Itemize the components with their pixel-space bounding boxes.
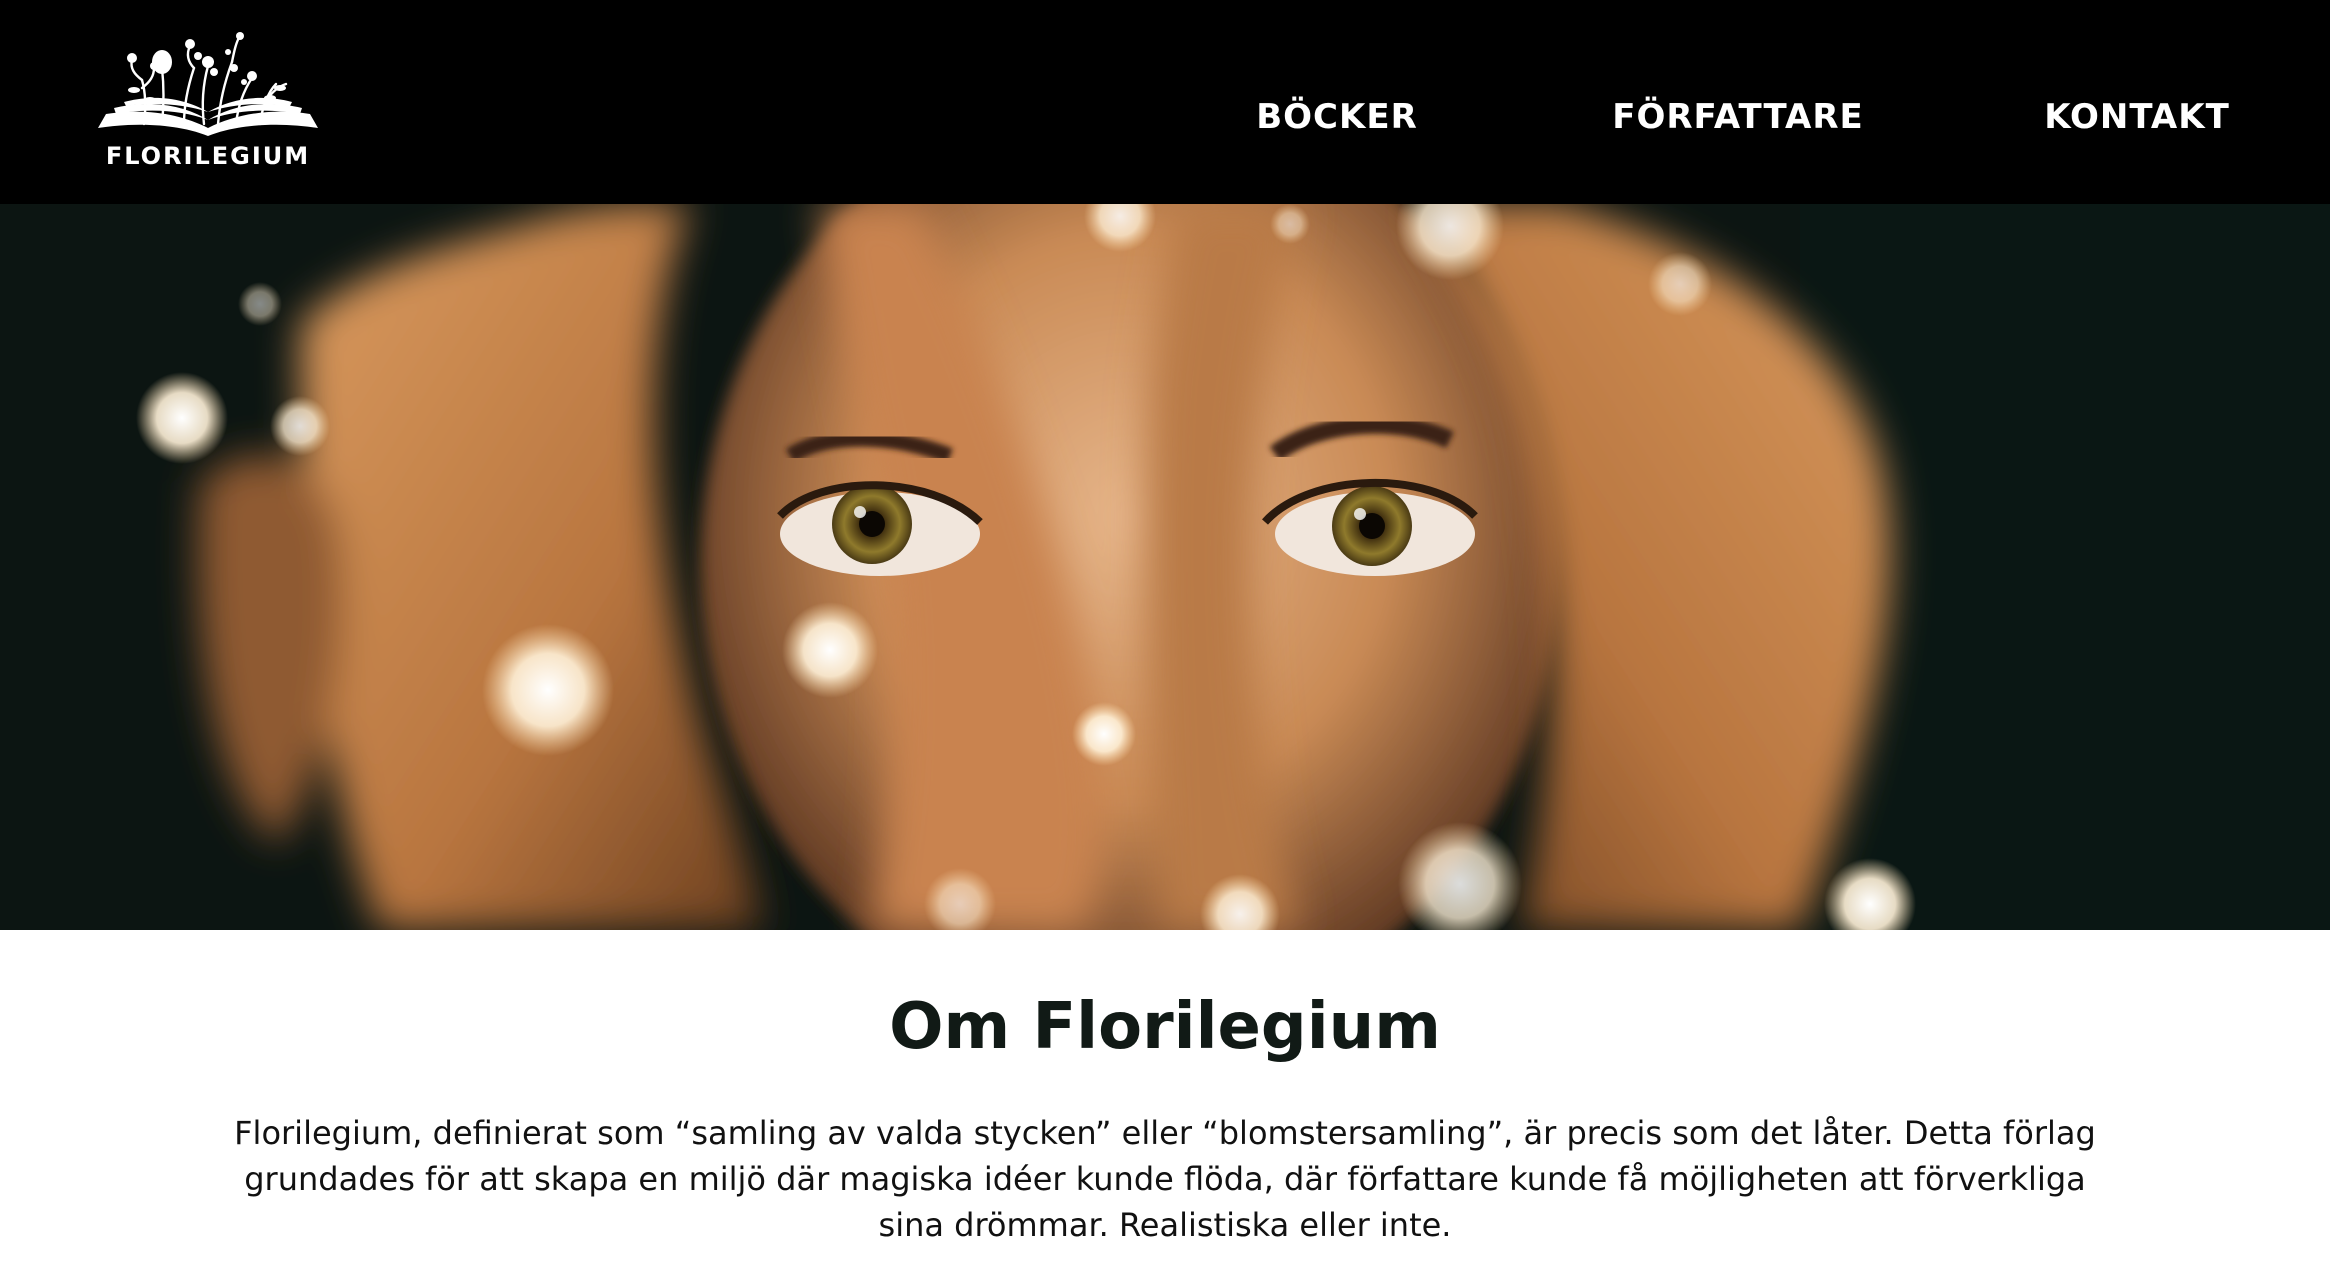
nav-link-authors[interactable]: FÖRFATTARE (1612, 100, 1864, 134)
logo-text: FLORILEGIUM (105, 142, 311, 170)
hero-image (0, 204, 2330, 930)
site-header: FLORILEGIUM BÖCKER FÖRFATTARE KONTAKT (0, 0, 2330, 204)
nav-link-contact[interactable]: KONTAKT (2044, 100, 2230, 134)
hero-photo (0, 204, 2330, 930)
logo-link[interactable]: FLORILEGIUM (84, 28, 332, 178)
about-body-text: Florilegium, definierat som “samling av … (234, 1114, 2096, 1244)
about-section: Om Florilegium Florilegium, definierat s… (0, 930, 2330, 1280)
nav-link-books[interactable]: BÖCKER (1256, 100, 1418, 134)
open-book-with-flowers-icon (98, 32, 318, 136)
about-title: Om Florilegium (889, 990, 1441, 1064)
